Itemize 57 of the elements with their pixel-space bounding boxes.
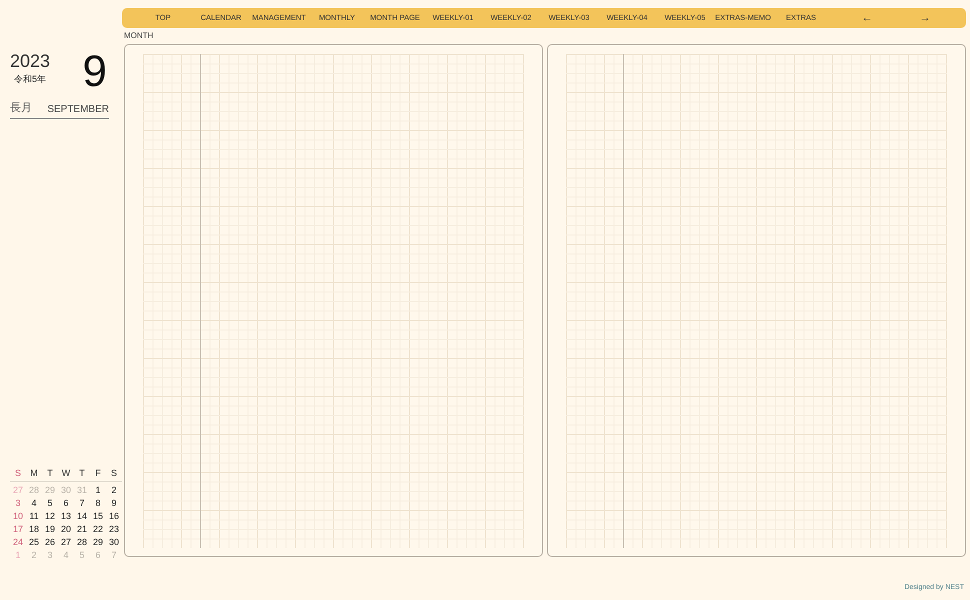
calendar-day: 25	[26, 537, 42, 547]
calendar-day: 18	[26, 524, 42, 534]
era-text: 令和5年	[13, 73, 48, 86]
calendar-day: 17	[10, 524, 26, 534]
weekday-label: T	[46, 466, 54, 480]
calendar-day: 6	[90, 550, 106, 560]
calendar-day: 1	[90, 485, 106, 495]
calendar-day: 13	[58, 511, 74, 521]
weekday-label: W	[60, 466, 72, 480]
calendar-day: 7	[106, 550, 122, 560]
calendar-day: 5	[74, 550, 90, 560]
month-english-name: SEPTEMBER	[47, 102, 109, 116]
calendar-day: 30	[106, 537, 122, 547]
calendar-day: 7	[74, 498, 90, 508]
calendar-day: 3	[42, 550, 58, 560]
calendar-day: 19	[42, 524, 58, 534]
previous-button[interactable]: ←	[838, 12, 896, 24]
calendar-day: 30	[58, 485, 74, 495]
calendar-day: 3	[10, 498, 26, 508]
calendar-day: 10	[10, 511, 26, 521]
calendar-day: 1	[10, 550, 26, 560]
calendar-day: 12	[42, 511, 58, 521]
year-text: 2023	[10, 50, 50, 72]
calendar-day: 2	[26, 550, 42, 560]
section-label: MONTH	[124, 31, 154, 41]
weekday-label: S	[110, 466, 118, 480]
calendar-day: 4	[26, 498, 42, 508]
calendar-day: 27	[58, 537, 74, 547]
month-japanese-name: 長月	[10, 101, 32, 116]
weekday-label: F	[94, 466, 102, 480]
calendar-day: 23	[106, 524, 122, 534]
calendar-day: 14	[74, 511, 90, 521]
calendar-day: 28	[74, 537, 90, 547]
calendar-day: 22	[90, 524, 106, 534]
weekday-label: S	[14, 466, 22, 480]
calendar-day: 4	[58, 550, 74, 560]
calendar-day: 24	[10, 537, 26, 547]
calendar-day: 15	[90, 511, 106, 521]
calendar-day: 8	[90, 498, 106, 508]
calendar-day: 21	[74, 524, 90, 534]
calendar-day: 29	[90, 537, 106, 547]
calendar-day: 29	[42, 485, 58, 495]
calendar-day: 20	[58, 524, 74, 534]
calendar-day: 16	[106, 511, 122, 521]
calendar-day: 2	[106, 485, 122, 495]
calendar-day: 28	[26, 485, 42, 495]
weekday-label: M	[29, 466, 39, 480]
next-button[interactable]: →	[896, 12, 954, 24]
calendar-day: 5	[42, 498, 58, 508]
weekday-label: T	[78, 466, 86, 480]
calendar-day: 27	[10, 485, 26, 495]
calendar-day: 9	[106, 498, 122, 508]
calendar-day: 31	[74, 485, 90, 495]
month-number: 9	[82, 50, 108, 94]
calendar-day: 11	[26, 511, 42, 521]
calendar-day: 6	[58, 498, 74, 508]
calendar-day: 26	[42, 537, 58, 547]
